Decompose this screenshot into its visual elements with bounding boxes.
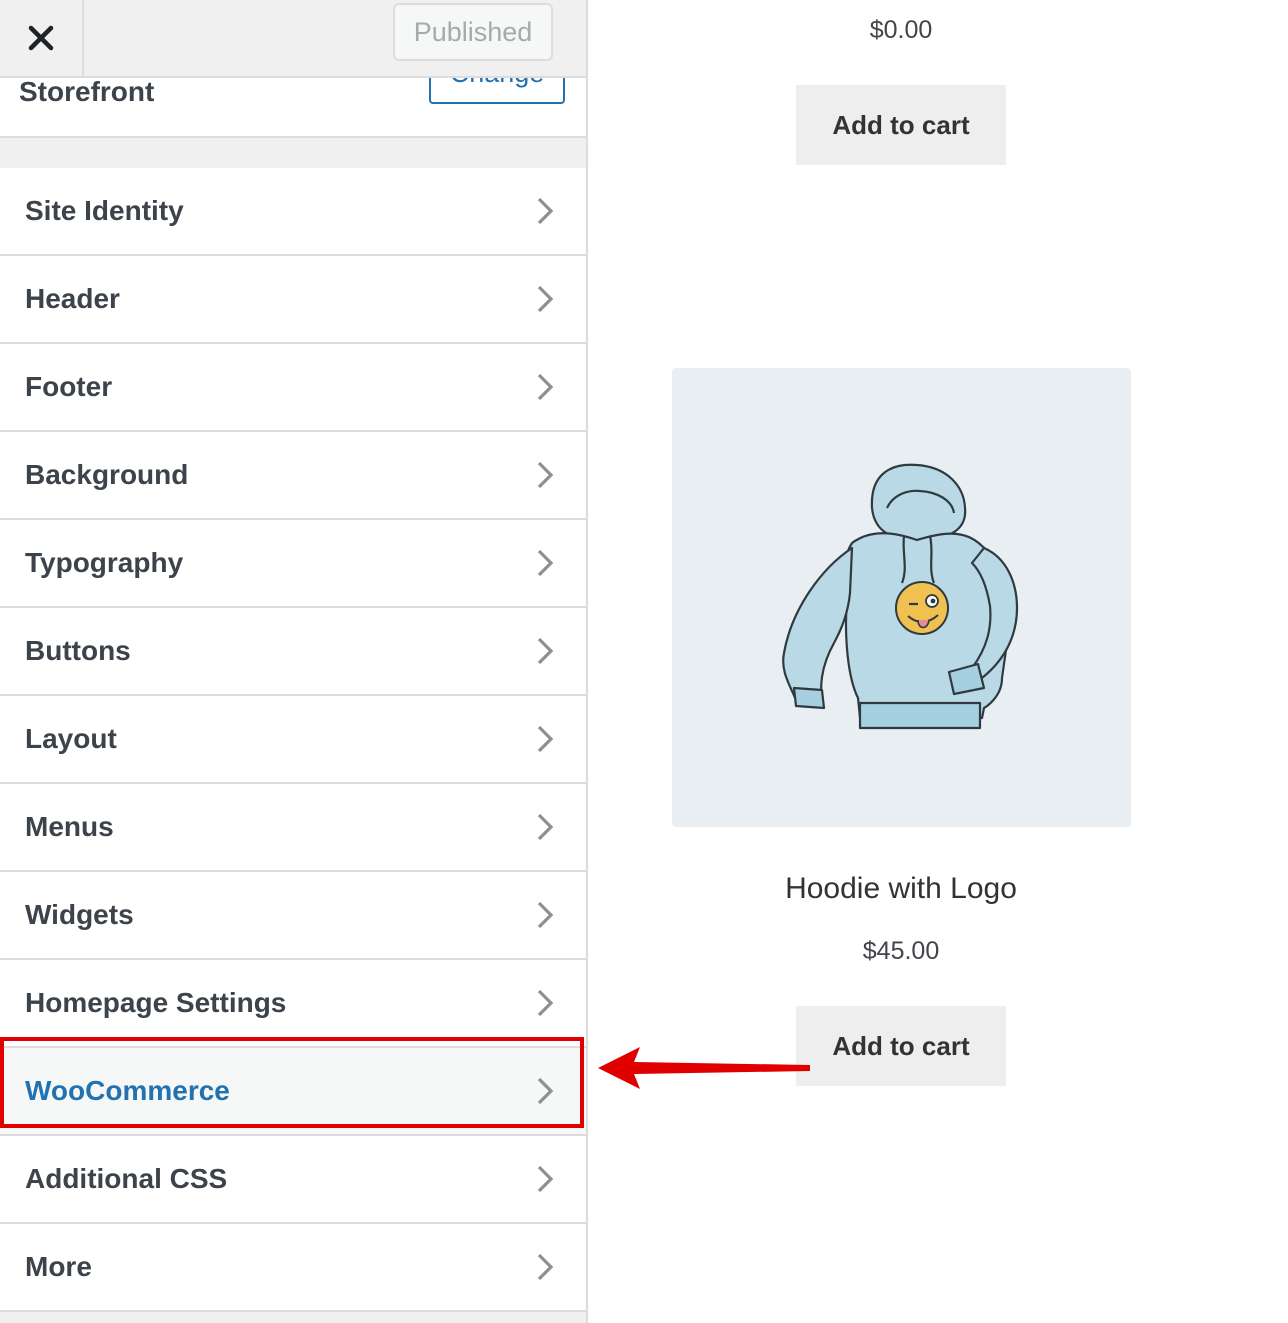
customizer-header: Published xyxy=(0,0,586,78)
product-image[interactable] xyxy=(672,368,1131,827)
menu-item-footer[interactable]: Footer xyxy=(0,344,586,432)
menu-item-widgets[interactable]: Widgets xyxy=(0,872,586,960)
product-title[interactable]: Hoodie with Logo xyxy=(588,872,1214,906)
menu-item-label: WooCommerce xyxy=(25,1075,230,1106)
menu-item-label: Layout xyxy=(25,723,117,754)
chevron-right-icon xyxy=(537,197,554,225)
menu-item-label: Typography xyxy=(25,547,184,578)
menu-item-typography[interactable]: Typography xyxy=(0,520,586,608)
change-theme-button[interactable]: Change xyxy=(429,76,565,104)
menu-item-label: Footer xyxy=(25,371,113,402)
chevron-right-icon xyxy=(537,373,554,401)
menu-item-woocommerce[interactable]: WooCommerce xyxy=(0,1048,586,1136)
customizer-panel-list: Site Identity Header Footer Background T… xyxy=(0,168,586,1312)
annotation-arrow-icon xyxy=(598,1047,810,1089)
chevron-right-icon xyxy=(537,461,554,489)
menu-item-label: Widgets xyxy=(25,899,134,930)
active-theme-section: Storefront Change xyxy=(0,76,586,138)
hoodie-image xyxy=(782,463,1019,730)
product-price: $45.00 xyxy=(862,937,940,965)
menu-item-additional-css[interactable]: Additional CSS xyxy=(0,1136,586,1224)
menu-item-label: Homepage Settings xyxy=(25,987,287,1018)
theme-name: Storefront xyxy=(19,76,155,107)
chevron-right-icon xyxy=(537,637,554,665)
add-to-cart-button[interactable]: Add to cart xyxy=(796,1006,1006,1086)
menu-item-label: Menus xyxy=(25,811,114,842)
menu-item-label: Header xyxy=(25,283,120,314)
menu-item-label: Additional CSS xyxy=(25,1163,228,1194)
menu-item-label: Background xyxy=(25,459,189,490)
chevron-right-icon xyxy=(537,725,554,753)
chevron-right-icon xyxy=(537,901,554,929)
published-button[interactable]: Published xyxy=(393,3,553,61)
close-button[interactable] xyxy=(0,0,84,76)
menu-item-label: More xyxy=(25,1251,92,1282)
customizer-sidebar: Published Storefront Change Site Identit… xyxy=(0,0,588,1323)
chevron-right-icon xyxy=(537,1253,554,1281)
close-icon xyxy=(28,25,54,51)
menu-item-background[interactable]: Background xyxy=(0,432,586,520)
menu-item-buttons[interactable]: Buttons xyxy=(0,608,586,696)
menu-item-site-identity[interactable]: Site Identity xyxy=(0,168,586,256)
menu-item-homepage-settings[interactable]: Homepage Settings xyxy=(0,960,586,1048)
menu-item-menus[interactable]: Menus xyxy=(0,784,586,872)
chevron-right-icon xyxy=(537,285,554,313)
chevron-right-icon xyxy=(537,813,554,841)
menu-item-label: Buttons xyxy=(25,635,131,666)
chevron-right-icon xyxy=(537,549,554,577)
menu-item-label: Site Identity xyxy=(25,195,184,226)
menu-item-more[interactable]: More xyxy=(0,1224,586,1312)
store-preview: $0.00 Add to cart Hoodie with Logo $45.0… xyxy=(588,0,1288,1323)
menu-item-header[interactable]: Header xyxy=(0,256,586,344)
product-price: $0.00 xyxy=(869,16,933,44)
menu-item-layout[interactable]: Layout xyxy=(0,696,586,784)
chevron-right-icon xyxy=(537,1165,554,1193)
chevron-right-icon xyxy=(537,1077,554,1105)
chevron-right-icon xyxy=(537,989,554,1017)
add-to-cart-button[interactable]: Add to cart xyxy=(796,85,1006,165)
